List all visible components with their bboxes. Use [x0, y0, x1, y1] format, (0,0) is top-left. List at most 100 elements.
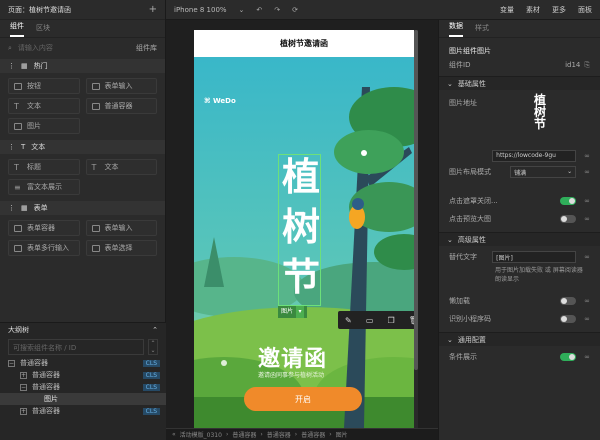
- conditional-row: 条件展示 ∞: [439, 348, 600, 366]
- tree-row[interactable]: − 普通容器 CLS: [0, 357, 166, 369]
- breadcrumb-item[interactable]: 普通容器: [267, 430, 291, 439]
- image-thumbnail[interactable]: 植 树 节: [527, 94, 553, 130]
- fit-mode-select[interactable]: 铺满 ⌄: [510, 166, 577, 178]
- page-name[interactable]: 页面：植树节邀请函: [8, 5, 149, 15]
- tab-blocks[interactable]: 区块: [36, 23, 50, 37]
- component-library-button[interactable]: 组件库: [136, 43, 157, 53]
- tab-style[interactable]: 样式: [475, 23, 489, 37]
- tree-row-selected[interactable]: 图片: [0, 393, 166, 405]
- group-common[interactable]: ⌄ 通用配置: [439, 332, 600, 346]
- chevron-updown-icon[interactable]: ⌃: [152, 326, 158, 334]
- rect-icon: [91, 102, 100, 110]
- refresh-icon[interactable]: ⟳: [292, 6, 298, 14]
- section-drag-icon: ⋮: [8, 143, 15, 151]
- collapse-icon[interactable]: −: [20, 383, 27, 391]
- link-icon[interactable]: ∞: [584, 353, 590, 361]
- lazy-toggle[interactable]: [560, 297, 577, 305]
- redo-icon[interactable]: ↷: [274, 6, 280, 14]
- group-basic[interactable]: ⌄ 基础属性: [439, 76, 600, 90]
- section-hot[interactable]: ⋮ ▦ 热门: [0, 59, 165, 73]
- breadcrumb-item[interactable]: 普通容器: [232, 430, 256, 439]
- rect-icon: [91, 82, 100, 90]
- tree-row[interactable]: − 普通容器 CLS: [0, 381, 166, 393]
- variables-button[interactable]: 变量: [500, 5, 514, 15]
- qr-toggle[interactable]: [560, 315, 577, 323]
- link-icon[interactable]: ∞: [584, 315, 590, 323]
- group-advanced[interactable]: ⌄ 高级属性: [439, 232, 600, 246]
- tree-node-name: 普通容器: [32, 407, 60, 415]
- component-text[interactable]: T 文本: [8, 98, 80, 114]
- grid-icon: ▦: [21, 204, 28, 212]
- tree-row[interactable]: + 普通容器 CLS: [0, 405, 166, 417]
- image-url-input[interactable]: https://lowcode-9gu: [492, 150, 577, 162]
- phone-preview: 植树节邀请函 ⌘ WeDo 植 树 节 图片 ▾ ✎ ▭ ❐ 🗑 邀请函 邀请函…: [194, 30, 414, 428]
- selected-component-tag[interactable]: 图片 ▾: [278, 306, 308, 318]
- top-toolbar: iPhone 8 100% ⌄ ↶ ↷ ⟳ 变量 素材 更多 面板: [166, 0, 600, 20]
- outline-collapse-icon[interactable]: ⌃ ⌄: [148, 339, 158, 355]
- link-icon[interactable]: ∞: [584, 215, 590, 223]
- alt-description: 用于图片加载失败 或 屏幕阅读器朗读显示: [495, 267, 583, 283]
- scrollbar-thumb[interactable]: [414, 30, 418, 370]
- chevron-down-icon[interactable]: ▾: [296, 306, 305, 318]
- edit-icon[interactable]: ✎: [345, 316, 352, 325]
- component-form-input-2[interactable]: 表单输入: [85, 220, 157, 236]
- chevron-down-icon[interactable]: ⌄: [239, 6, 245, 14]
- image-icon: [14, 122, 22, 130]
- link-icon[interactable]: ∞: [584, 197, 590, 205]
- panel-button[interactable]: 面板: [578, 5, 592, 15]
- section-text[interactable]: ⋮ T 文本: [0, 140, 165, 154]
- breadcrumb-item[interactable]: 活动模版_0310: [180, 430, 222, 439]
- breadcrumb-item[interactable]: 普通容器: [301, 430, 325, 439]
- tab-data[interactable]: 数据: [449, 21, 463, 37]
- alt-input[interactable]: [图片]: [492, 251, 577, 263]
- outline-search-input[interactable]: 可搜索组件名称 / ID: [8, 339, 144, 355]
- tree-row[interactable]: + 普通容器 CLS: [0, 369, 166, 381]
- component-form-select[interactable]: 表单选择: [85, 240, 157, 256]
- more-button[interactable]: 更多: [552, 5, 566, 15]
- breadcrumb-item[interactable]: 图片: [336, 430, 348, 439]
- url-row: https://lowcode-9gu ∞: [439, 148, 600, 164]
- device-select[interactable]: iPhone 8 100%: [174, 6, 227, 14]
- section-form[interactable]: ⋮ ▦ 表单: [0, 201, 165, 215]
- text-icon: T: [91, 162, 97, 172]
- brand-text: WeDo: [212, 97, 236, 105]
- component-image[interactable]: 图片: [8, 118, 80, 134]
- collapse-icon[interactable]: −: [8, 359, 15, 367]
- start-button[interactable]: 开启: [244, 387, 362, 411]
- group-title: 基础属性: [457, 79, 486, 88]
- add-page-icon[interactable]: +: [149, 4, 157, 15]
- mask-close-toggle[interactable]: [560, 197, 577, 205]
- component-form-input[interactable]: 表单输入: [85, 78, 157, 94]
- conditional-toggle[interactable]: [560, 353, 577, 361]
- grid-icon: ▦: [21, 62, 28, 70]
- assets-button[interactable]: 素材: [526, 5, 540, 15]
- chevron-left-icon[interactable]: «: [172, 431, 176, 438]
- component-text-2[interactable]: T 文本: [85, 159, 157, 175]
- canvas-scrollbar[interactable]: [414, 30, 418, 428]
- tab-components[interactable]: 组件: [10, 21, 24, 37]
- component-grid-text: T 标题 T 文本 ≡ 富文本展示: [0, 154, 165, 200]
- link-icon[interactable]: ∞: [584, 253, 590, 261]
- component-form-container[interactable]: 表单容器: [8, 220, 80, 236]
- expand-icon[interactable]: +: [20, 407, 27, 415]
- link-icon[interactable]: ∞: [584, 168, 590, 176]
- component-search-input[interactable]: 请输入内容: [18, 43, 130, 53]
- conditional-label: 条件展示: [449, 353, 477, 361]
- component-richtext[interactable]: ≡ 富文本展示: [8, 179, 80, 195]
- rect-icon: [91, 244, 100, 252]
- save-icon[interactable]: ▭: [366, 316, 374, 325]
- component-id-label: 组件ID: [449, 61, 471, 69]
- component-form-textarea[interactable]: 表单多行输入: [8, 240, 80, 256]
- preview-big-toggle[interactable]: [560, 215, 577, 223]
- undo-icon[interactable]: ↶: [256, 6, 262, 14]
- component-button[interactable]: 按钮: [8, 78, 80, 94]
- qr-row: 识别小程序码 ∞: [439, 310, 600, 328]
- component-container[interactable]: 普通容器: [85, 98, 157, 114]
- section-title: 热门: [33, 62, 48, 70]
- component-heading[interactable]: T 标题: [8, 159, 80, 175]
- link-icon[interactable]: ∞: [584, 152, 590, 160]
- copy-icon[interactable]: ❐: [388, 316, 395, 325]
- copy-icon[interactable]: ⎘: [584, 61, 590, 70]
- link-icon[interactable]: ∞: [584, 297, 590, 305]
- expand-icon[interactable]: +: [20, 371, 27, 379]
